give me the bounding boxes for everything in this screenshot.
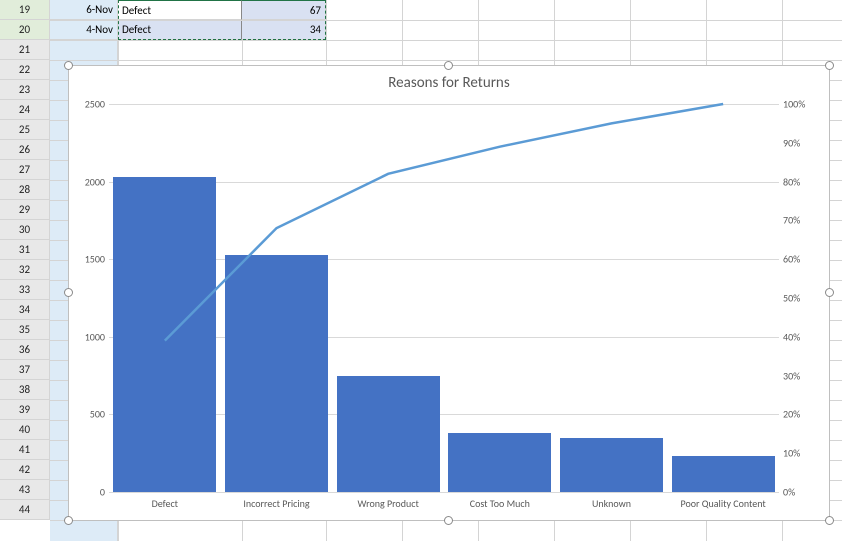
row-header[interactable]: 25 [0,120,50,140]
y-axis-tick: 500 [73,408,105,421]
y2-axis-tick: 90% [783,136,821,149]
row-header[interactable]: 38 [0,380,50,400]
y2-axis-tick: 60% [783,253,821,266]
row-header[interactable]: 35 [0,320,50,340]
pareto-line[interactable] [109,104,779,492]
y2-axis-tick: 10% [783,447,821,460]
x-axis-category: Incorrect Pricing [243,497,309,510]
plot-area[interactable]: 050010001500200025000%10%20%30%40%50%60%… [109,104,779,492]
row-header[interactable]: 32 [0,260,50,280]
y2-axis-tick: 80% [783,175,821,188]
y-axis-tick: 2500 [73,98,105,111]
cell-A19[interactable]: 6-Nov [50,0,118,20]
resize-handle-sw[interactable] [64,516,73,525]
row-header[interactable]: 23 [0,80,50,100]
y2-axis-tick: 100% [783,98,821,111]
y2-axis-tick: 40% [783,330,821,343]
resize-handle-e[interactable] [825,288,834,297]
row-header[interactable]: 27 [0,160,50,180]
row-header[interactable]: 20 [0,20,50,40]
row-header[interactable]: 41 [0,440,50,460]
y2-axis-tick: 50% [783,292,821,305]
y2-axis-tick: 20% [783,408,821,421]
x-axis-category: Wrong Product [358,497,419,510]
y-axis-tick: 0 [73,486,105,499]
row-header[interactable]: 43 [0,480,50,500]
row-header[interactable]: 26 [0,140,50,160]
row-header[interactable]: 22 [0,60,50,80]
resize-handle-w[interactable] [64,288,73,297]
resize-handle-ne[interactable] [825,61,834,70]
y2-axis-tick: 30% [783,369,821,382]
x-axis-category: Unknown [592,497,631,510]
row-header[interactable]: 30 [0,220,50,240]
resize-handle-s[interactable] [444,516,453,525]
y2-axis-tick: 70% [783,214,821,227]
row-header[interactable]: 31 [0,240,50,260]
x-axis-category: Defect [152,497,178,510]
cell-A20[interactable]: 4-Nov [50,20,118,40]
cell-C19[interactable]: 67 [242,0,326,20]
row-header[interactable]: 44 [0,500,50,520]
resize-handle-se[interactable] [825,516,834,525]
row-header[interactable]: 34 [0,300,50,320]
gridline [109,492,779,493]
cell-B20[interactable]: Defect [118,20,242,40]
row-header[interactable]: 28 [0,180,50,200]
cell-B19[interactable]: Defect [118,0,242,20]
x-axis-category: Poor Quality Content [681,497,766,510]
row-header[interactable]: 36 [0,340,50,360]
row-header[interactable]: 37 [0,360,50,380]
y-axis-tick: 1000 [73,330,105,343]
cell-C20[interactable]: 34 [242,20,326,40]
row-header[interactable]: 39 [0,400,50,420]
row-header[interactable]: 21 [0,40,50,60]
chart-title[interactable]: Reasons for Returns [69,74,829,92]
resize-handle-nw[interactable] [64,61,73,70]
resize-handle-n[interactable] [444,61,453,70]
x-axis-category: Cost Too Much [470,497,530,510]
row-header[interactable]: 42 [0,460,50,480]
row-header[interactable]: 33 [0,280,50,300]
row-header[interactable]: 19 [0,0,50,20]
y-axis-tick: 1500 [73,253,105,266]
chart-object[interactable]: Reasons for Returns 05001000150020002500… [68,65,830,521]
y-axis-tick: 2000 [73,175,105,188]
row-header[interactable]: 24 [0,100,50,120]
row-header[interactable]: 40 [0,420,50,440]
row-header[interactable]: 29 [0,200,50,220]
y2-axis-tick: 0% [783,486,821,499]
